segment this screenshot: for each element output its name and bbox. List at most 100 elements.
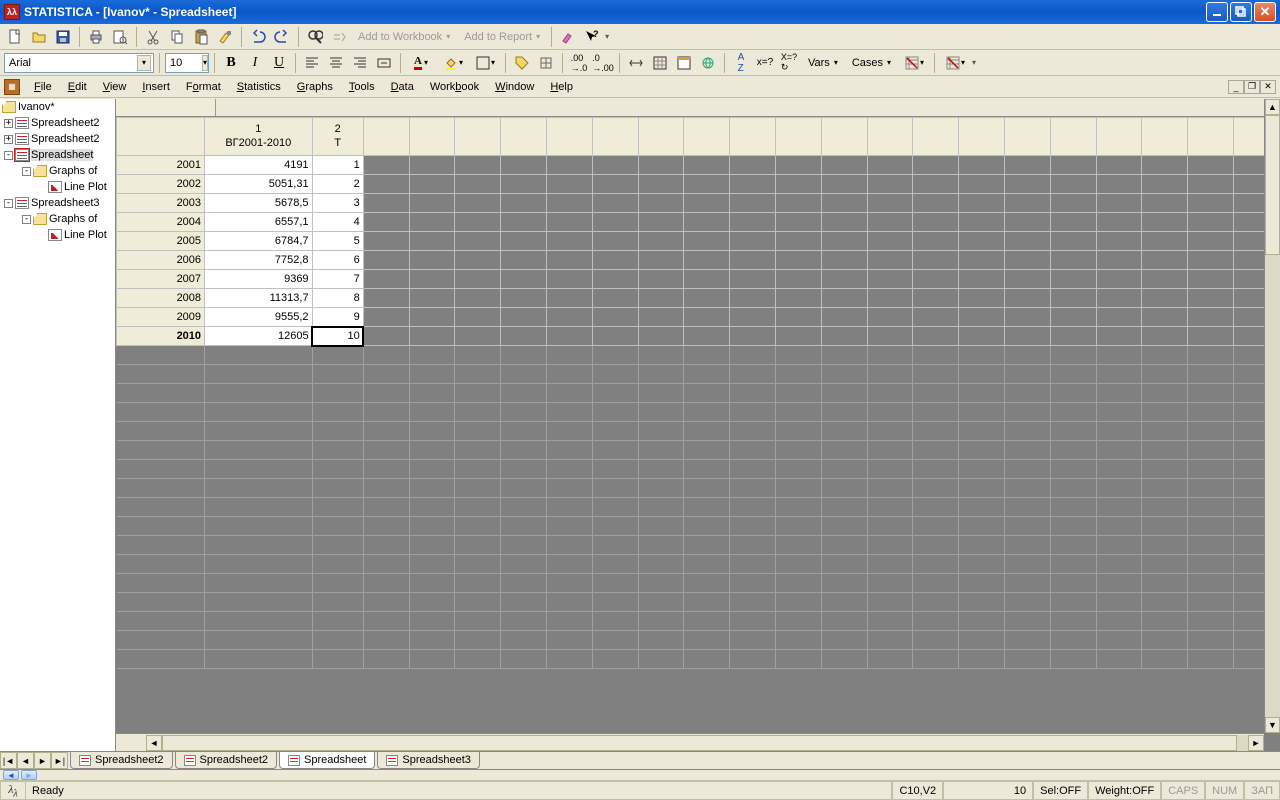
empty-cell[interactable] [867, 384, 913, 403]
sort-icon[interactable]: AZ [730, 52, 752, 74]
empty-cell[interactable] [1096, 536, 1142, 555]
empty-cell[interactable] [1142, 308, 1188, 327]
tree-item[interactable]: -Spreadsheet3 [0, 195, 115, 211]
empty-cell[interactable] [821, 574, 867, 593]
empty-cell[interactable] [1142, 650, 1188, 669]
status-selection[interactable]: Sel:OFF [1033, 781, 1088, 800]
column-header-empty[interactable] [775, 118, 821, 156]
align-left-icon[interactable] [301, 52, 323, 74]
empty-cell[interactable] [775, 441, 821, 460]
empty-cell[interactable] [455, 574, 501, 593]
row-header-empty[interactable] [117, 403, 205, 422]
empty-cell[interactable] [959, 384, 1005, 403]
empty-cell[interactable] [1142, 479, 1188, 498]
empty-cell[interactable] [638, 631, 684, 650]
empty-cell[interactable] [913, 384, 959, 403]
empty-cell[interactable] [730, 365, 776, 384]
empty-cell[interactable] [730, 384, 776, 403]
empty-cell[interactable] [363, 498, 409, 517]
empty-cell[interactable] [455, 536, 501, 555]
empty-cell[interactable] [363, 460, 409, 479]
empty-cell[interactable] [730, 403, 776, 422]
row-header-empty[interactable] [117, 384, 205, 403]
empty-cell[interactable] [1004, 498, 1050, 517]
column-header-empty[interactable] [1096, 118, 1142, 156]
column-header-empty[interactable] [1188, 118, 1234, 156]
empty-cell[interactable] [1096, 403, 1142, 422]
empty-cell[interactable] [363, 251, 409, 270]
empty-cell[interactable] [501, 498, 547, 517]
empty-cell[interactable] [1096, 498, 1142, 517]
empty-cell[interactable] [821, 232, 867, 251]
empty-cell[interactable] [1050, 498, 1096, 517]
empty-cell[interactable] [684, 460, 730, 479]
empty-cell[interactable] [501, 536, 547, 555]
empty-cell[interactable] [546, 213, 592, 232]
empty-cell[interactable] [959, 536, 1005, 555]
column-header-empty[interactable] [638, 118, 684, 156]
empty-cell[interactable] [821, 479, 867, 498]
empty-cell[interactable] [638, 289, 684, 308]
font-color-icon[interactable]: A▾ [406, 52, 436, 74]
empty-cell[interactable] [312, 422, 363, 441]
empty-cell[interactable] [684, 517, 730, 536]
empty-cell[interactable] [363, 593, 409, 612]
empty-cell[interactable] [1188, 384, 1234, 403]
empty-cell[interactable] [592, 555, 638, 574]
empty-cell[interactable] [455, 593, 501, 612]
empty-cell[interactable] [867, 536, 913, 555]
empty-cell[interactable] [867, 194, 913, 213]
empty-cell[interactable] [409, 384, 455, 403]
empty-cell[interactable] [913, 441, 959, 460]
empty-cell[interactable] [592, 441, 638, 460]
empty-cell[interactable] [1096, 251, 1142, 270]
empty-cell[interactable] [592, 365, 638, 384]
empty-cell[interactable] [455, 175, 501, 194]
empty-cell[interactable] [867, 365, 913, 384]
empty-cell[interactable] [409, 555, 455, 574]
formula-bar[interactable] [116, 99, 1280, 117]
empty-cell[interactable] [913, 403, 959, 422]
empty-cell[interactable] [546, 384, 592, 403]
empty-cell[interactable] [684, 327, 730, 346]
empty-cell[interactable] [501, 555, 547, 574]
sheet-tab[interactable]: Spreadsheet2 [175, 752, 278, 769]
new-file-icon[interactable] [4, 26, 26, 48]
empty-cell[interactable] [913, 536, 959, 555]
empty-cell[interactable] [730, 194, 776, 213]
sheet-tab[interactable]: Spreadsheet3 [377, 752, 480, 769]
empty-cell[interactable] [775, 460, 821, 479]
empty-cell[interactable] [821, 403, 867, 422]
empty-cell[interactable] [1096, 460, 1142, 479]
empty-cell[interactable] [867, 232, 913, 251]
empty-cell[interactable] [775, 536, 821, 555]
empty-cell[interactable] [1096, 555, 1142, 574]
empty-cell[interactable] [501, 631, 547, 650]
empty-cell[interactable] [1096, 441, 1142, 460]
expand-icon[interactable]: + [4, 119, 13, 128]
empty-cell[interactable] [1004, 384, 1050, 403]
empty-cell[interactable] [821, 498, 867, 517]
empty-cell[interactable] [546, 536, 592, 555]
empty-cell[interactable] [775, 574, 821, 593]
tree-item[interactable]: -Graphs of [0, 163, 115, 179]
empty-cell[interactable] [501, 156, 547, 175]
empty-cell[interactable] [684, 156, 730, 175]
empty-cell[interactable] [546, 194, 592, 213]
empty-cell[interactable] [501, 289, 547, 308]
empty-cell[interactable] [821, 213, 867, 232]
empty-cell[interactable] [546, 460, 592, 479]
empty-cell[interactable] [959, 403, 1005, 422]
empty-cell[interactable] [455, 251, 501, 270]
scroll-left-icon[interactable]: ◄ [146, 735, 162, 751]
empty-cell[interactable] [913, 650, 959, 669]
menu-edit[interactable]: Edit [62, 79, 93, 95]
empty-cell[interactable] [913, 593, 959, 612]
empty-cell[interactable] [821, 175, 867, 194]
empty-cell[interactable] [730, 308, 776, 327]
empty-cell[interactable] [409, 517, 455, 536]
empty-cell[interactable] [1142, 175, 1188, 194]
empty-cell[interactable] [684, 441, 730, 460]
empty-cell[interactable] [1050, 612, 1096, 631]
data-cell[interactable]: 5 [312, 232, 363, 251]
